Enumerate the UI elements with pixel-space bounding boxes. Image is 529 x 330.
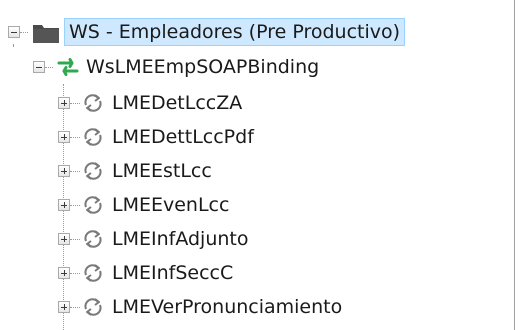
collapse-icon[interactable] (8, 26, 20, 38)
tree-connector (70, 239, 80, 241)
operation-cycle-icon (84, 94, 102, 112)
expand-icon[interactable] (58, 301, 70, 313)
operation-cycle-icon (84, 128, 102, 146)
operation-cycle-icon (84, 264, 102, 282)
tree-node-binding-label[interactable]: WsLMEEmpSOAPBinding (82, 53, 323, 81)
binding-arrows-icon (57, 58, 79, 76)
operation-label[interactable]: LMEDettLccPdf (108, 123, 258, 151)
service-tree: WS - Empleadores (Pre Productivo) WsLMEE… (0, 0, 515, 330)
tree-connector (70, 273, 80, 275)
tree-node-operation[interactable]: LMEDettLccPdf (0, 122, 515, 152)
tree-node-operation[interactable]: LMEInfSeccC (0, 258, 515, 288)
tree-node-root[interactable]: WS - Empleadores (Pre Productivo) (0, 17, 515, 47)
operation-label[interactable]: LMEEvenLcc (108, 191, 233, 219)
operation-cycle-icon (84, 162, 102, 180)
tree-node-operation[interactable]: LMEInfAdjunto (0, 224, 515, 254)
expand-icon[interactable] (58, 97, 70, 109)
tree-connector (70, 205, 80, 207)
tree-node-operation[interactable]: LMEVerPronunciamiento (0, 292, 515, 322)
tree-connector (70, 103, 80, 105)
tree-connector (70, 171, 80, 173)
operation-label[interactable]: LMEDetLccZA (108, 89, 246, 117)
tree-node-operation[interactable]: LMEEvenLcc (0, 190, 515, 220)
tree-connector (20, 32, 28, 34)
tree-connector (70, 307, 80, 309)
tree-node-operation[interactable]: LMEEstLcc (0, 156, 515, 186)
operation-label[interactable]: LMEInfSeccC (108, 259, 237, 287)
tree-node-binding[interactable]: WsLMEEmpSOAPBinding (0, 52, 515, 82)
operation-label[interactable]: LMEInfAdjunto (108, 225, 252, 253)
operation-label[interactable]: LMEEstLcc (108, 157, 216, 185)
operation-cycle-icon (84, 196, 102, 214)
expand-icon[interactable] (58, 131, 70, 143)
operation-label[interactable]: LMEVerPronunciamiento (108, 293, 346, 321)
operation-cycle-icon (84, 230, 102, 248)
tree-node-operation[interactable]: LMEDetLccZA (0, 88, 515, 118)
expand-icon[interactable] (58, 199, 70, 211)
tree-node-root-label[interactable]: WS - Empleadores (Pre Productivo) (64, 18, 406, 46)
expand-icon[interactable] (58, 233, 70, 245)
expand-icon[interactable] (58, 267, 70, 279)
tree-connector (70, 137, 80, 139)
collapse-icon[interactable] (33, 61, 45, 73)
expand-icon[interactable] (58, 165, 70, 177)
tree-connector (45, 67, 53, 69)
operation-cycle-icon (84, 298, 102, 316)
folder-icon (33, 25, 59, 43)
